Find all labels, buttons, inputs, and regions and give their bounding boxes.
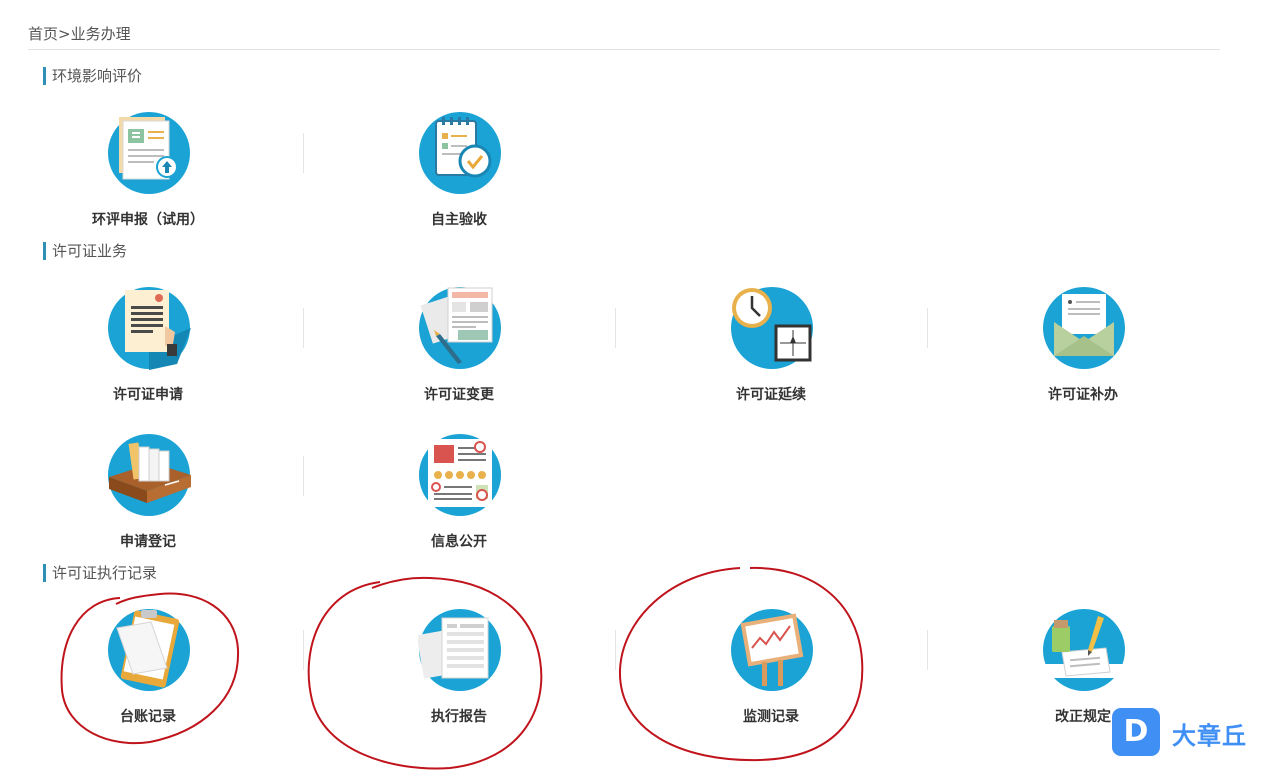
tile-label: 许可证变更 bbox=[424, 387, 494, 403]
monitoring-chart-icon bbox=[731, 609, 813, 691]
tile-eia-report[interactable]: 环评申报（试用） bbox=[32, 111, 264, 251]
tile-label: 许可证补办 bbox=[1048, 387, 1118, 403]
breadcrumb-current: 业务办理 bbox=[70, 25, 131, 43]
ledger-clipboard-icon bbox=[108, 609, 190, 691]
execution-report-icon bbox=[418, 609, 501, 691]
divider bbox=[303, 630, 304, 670]
divider bbox=[615, 630, 616, 670]
tile-label: 信息公开 bbox=[431, 534, 487, 550]
tile-license-application[interactable]: 许可证申请 bbox=[32, 286, 264, 426]
tile-label: 自主验收 bbox=[431, 212, 487, 228]
application-registration-books-icon bbox=[108, 434, 191, 516]
tile-information-disclosure[interactable]: 信息公开 bbox=[343, 433, 575, 573]
information-disclosure-icon bbox=[419, 434, 501, 516]
tile-ledger-records[interactable]: 台账记录 bbox=[32, 608, 264, 748]
tile-monitoring-records[interactable]: 监测记录 bbox=[655, 608, 887, 748]
license-renewal-clock-icon bbox=[731, 287, 813, 369]
breadcrumb-home[interactable]: 首页 bbox=[28, 25, 58, 43]
breadcrumb: 首页>业务办理 bbox=[28, 24, 1220, 50]
tile-label: 许可证申请 bbox=[113, 387, 183, 403]
section-title-eia: 环境影响评价 bbox=[43, 67, 142, 85]
license-change-icon bbox=[419, 287, 501, 369]
tile-license-reissue[interactable]: 许可证补办 bbox=[967, 286, 1199, 426]
tile-execution-report[interactable]: 执行报告 bbox=[343, 608, 575, 748]
tile-label: 许可证延续 bbox=[736, 387, 806, 403]
breadcrumb-separator: > bbox=[58, 25, 71, 43]
eia-report-upload-icon bbox=[108, 112, 190, 194]
self-acceptance-checklist-icon bbox=[419, 112, 501, 194]
divider bbox=[615, 308, 616, 348]
watermark-text: 大章丘 bbox=[1172, 722, 1247, 750]
divider bbox=[303, 308, 304, 348]
watermark: D 大章丘 bbox=[1112, 708, 1257, 758]
divider bbox=[303, 133, 304, 173]
tile-label: 申请登记 bbox=[120, 534, 176, 550]
tile-self-acceptance[interactable]: 自主验收 bbox=[343, 111, 575, 251]
license-application-icon bbox=[108, 287, 191, 370]
tile-application-registration[interactable]: 申请登记 bbox=[32, 433, 264, 573]
correction-rules-icon bbox=[1043, 609, 1126, 691]
watermark-logo-icon: D bbox=[1112, 708, 1160, 756]
tile-label: 台账记录 bbox=[120, 709, 176, 725]
license-reissue-envelope-icon bbox=[1043, 287, 1125, 369]
tile-label: 环评申报（试用） bbox=[92, 212, 204, 228]
divider bbox=[303, 456, 304, 496]
tile-license-renewal[interactable]: 许可证延续 bbox=[655, 286, 887, 426]
tile-license-change[interactable]: 许可证变更 bbox=[343, 286, 575, 426]
tile-label: 监测记录 bbox=[743, 709, 799, 725]
divider bbox=[927, 308, 928, 348]
divider bbox=[927, 630, 928, 670]
tile-label: 执行报告 bbox=[431, 709, 487, 725]
